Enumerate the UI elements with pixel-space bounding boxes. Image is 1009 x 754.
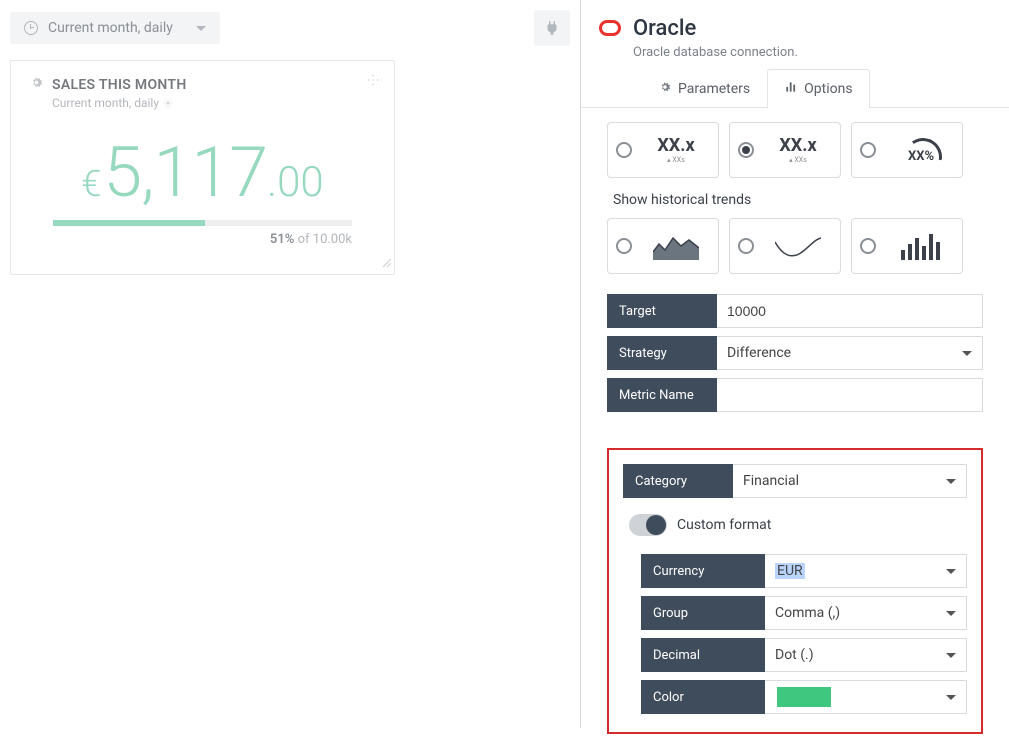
- style-number-plain[interactable]: XX.x▴ XXs: [607, 122, 719, 178]
- top-bar: Current month, daily: [10, 10, 570, 46]
- target-label: Target: [607, 294, 717, 328]
- metric-value-row: € 5,117 .00: [29, 132, 376, 214]
- radio-icon: [738, 238, 754, 254]
- area-chart-icon: [653, 232, 699, 260]
- custom-format-fields: Currency EUR Group Comma (,) Decimal: [641, 554, 967, 714]
- color-swatch: [777, 687, 831, 707]
- resize-handle-icon[interactable]: [380, 256, 392, 272]
- radio-icon: [860, 238, 876, 254]
- target-input[interactable]: [717, 294, 983, 328]
- connection-subtitle: Oracle database connection.: [633, 45, 798, 60]
- style-number-compare[interactable]: XX.x▴ XXs: [729, 122, 841, 178]
- chevron-down-icon: [196, 26, 206, 31]
- widget-header: SALES THIS MONTH: [29, 75, 376, 94]
- metric-widget[interactable]: SALES THIS MONTH Current month, daily € …: [10, 60, 395, 275]
- widget-subtitle: Current month, daily: [52, 96, 376, 110]
- currency-select[interactable]: EUR: [765, 554, 967, 588]
- oracle-icon: [599, 20, 621, 36]
- clock-icon: [24, 21, 38, 35]
- metric-name-label: Metric Name: [607, 378, 717, 412]
- custom-format-highlight: Category Financial Custom format Currenc…: [607, 448, 983, 734]
- metric-name-input[interactable]: [717, 378, 983, 412]
- widget-title: SALES THIS MONTH: [52, 77, 187, 93]
- currency-row: Currency EUR: [641, 554, 967, 588]
- progress-fill: [53, 220, 205, 226]
- trend-area[interactable]: [607, 218, 719, 274]
- progress-label: 51% of 10.00k: [29, 232, 352, 247]
- group-label: Group: [641, 596, 765, 630]
- color-select[interactable]: [765, 680, 967, 714]
- decimal-select[interactable]: Dot (.): [765, 638, 967, 672]
- currency-label: Currency: [641, 554, 765, 588]
- tabs: Parameters Options: [581, 68, 1009, 108]
- connection-plug-button[interactable]: [534, 10, 570, 46]
- settings-panel: Oracle Oracle database connection. Param…: [580, 0, 1009, 728]
- decimal-row: Decimal Dot (.): [641, 638, 967, 672]
- period-selector[interactable]: Current month, daily: [10, 12, 220, 44]
- dashboard-canvas: Current month, daily SALES THIS MONTH Cu…: [0, 0, 580, 728]
- style-gauge[interactable]: XX%: [851, 122, 963, 178]
- trend-bars[interactable]: [851, 218, 963, 274]
- group-select[interactable]: Comma (,): [765, 596, 967, 630]
- strategy-label: Strategy: [607, 336, 717, 370]
- radio-icon: [616, 142, 632, 158]
- group-row: Group Comma (,): [641, 596, 967, 630]
- bar-chart-icon: [901, 232, 940, 260]
- move-icon[interactable]: [366, 73, 380, 91]
- chevron-down-icon: [962, 351, 972, 356]
- chevron-down-icon: [946, 653, 956, 658]
- tab-parameters[interactable]: Parameters: [641, 69, 767, 108]
- metric-name-row: Metric Name: [607, 378, 983, 412]
- connection-title: Oracle: [633, 16, 798, 41]
- strategy-row: Strategy Difference: [607, 336, 983, 370]
- category-label: Category: [623, 464, 733, 498]
- category-select[interactable]: Financial: [733, 464, 967, 498]
- line-chart-icon: [775, 232, 821, 260]
- tab-options[interactable]: Options: [767, 69, 869, 108]
- radio-icon: [860, 142, 876, 158]
- color-row: Color: [641, 680, 967, 714]
- sun-icon: [163, 98, 173, 108]
- currency-symbol: €: [81, 163, 101, 205]
- gauge-icon: XX%: [902, 136, 938, 164]
- chevron-down-icon: [946, 611, 956, 616]
- strategy-select[interactable]: Difference: [717, 336, 983, 370]
- display-style-row: XX.x▴ XXs XX.x▴ XXs XX%: [607, 122, 983, 178]
- target-row: Target: [607, 294, 983, 328]
- metric-main: 5,117: [103, 132, 267, 214]
- chevron-down-icon: [946, 695, 956, 700]
- trends-section-label: Show historical trends: [613, 192, 977, 208]
- metric-decimals: .00: [267, 158, 324, 207]
- plug-icon: [543, 19, 561, 37]
- custom-format-toggle-row: Custom format: [629, 514, 961, 536]
- radio-icon: [738, 142, 754, 158]
- period-label: Current month, daily: [48, 20, 173, 36]
- chevron-down-icon: [946, 569, 956, 574]
- color-label: Color: [641, 680, 765, 714]
- options-icon: [784, 80, 798, 98]
- options-body: XX.x▴ XXs XX.x▴ XXs XX% Show historical …: [581, 108, 1009, 754]
- decimal-label: Decimal: [641, 638, 765, 672]
- trends-row: [607, 218, 983, 274]
- radio-icon: [616, 238, 632, 254]
- gear-icon[interactable]: [29, 75, 44, 94]
- custom-format-label: Custom format: [677, 517, 771, 533]
- chevron-down-icon: [946, 479, 956, 484]
- category-row: Category Financial: [623, 464, 967, 498]
- progress-bar: [53, 220, 352, 226]
- custom-format-toggle[interactable]: [629, 514, 667, 536]
- parameters-icon: [658, 80, 672, 98]
- connection-header: Oracle Oracle database connection.: [581, 0, 1009, 68]
- trend-line[interactable]: [729, 218, 841, 274]
